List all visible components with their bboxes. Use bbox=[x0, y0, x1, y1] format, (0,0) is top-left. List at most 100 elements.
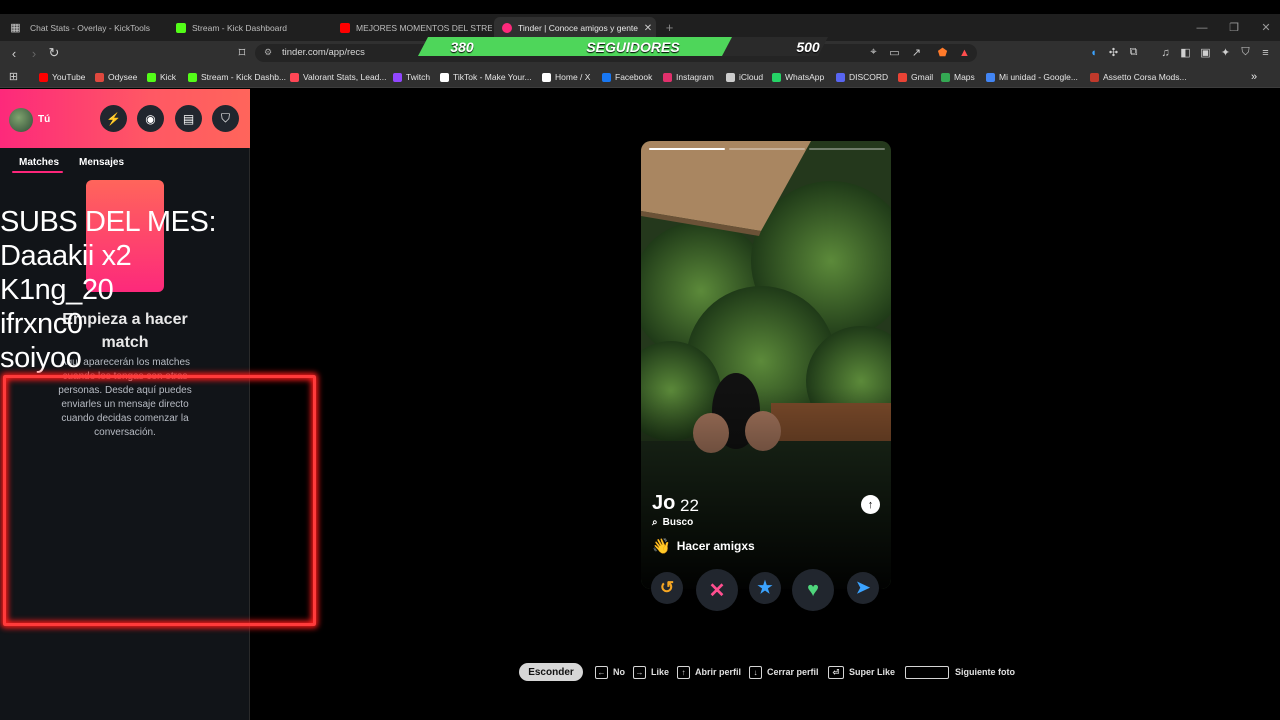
bookmark-item[interactable]: Odysee bbox=[95, 70, 137, 84]
bookmark-item[interactable]: Twitch bbox=[393, 70, 430, 84]
profile-age: 22 bbox=[680, 496, 699, 515]
boost-button[interactable]: ➤ bbox=[847, 572, 879, 604]
youtube-icon bbox=[340, 23, 350, 33]
bookmark-item[interactable]: DISCORD bbox=[836, 70, 888, 84]
profile-name[interactable]: Jo bbox=[652, 492, 675, 515]
forward-icon[interactable]: › bbox=[26, 45, 42, 61]
avatar[interactable] bbox=[9, 108, 33, 132]
bookmark-label: WhatsApp bbox=[785, 72, 825, 82]
extensions-icon[interactable]: ✣ bbox=[1106, 45, 1121, 60]
bookmark-label: Valorant Stats, Lead... bbox=[303, 72, 387, 82]
apps-grid-icon[interactable]: ⊞ bbox=[6, 69, 21, 84]
tab-messages[interactable]: Mensajes bbox=[79, 157, 124, 168]
bookmark-item[interactable]: Facebook bbox=[602, 70, 652, 84]
share-icon[interactable]: ↗ bbox=[909, 45, 924, 60]
bookmark-label: Mi unidad - Google... bbox=[999, 72, 1078, 82]
active-tab-underline bbox=[12, 171, 63, 173]
bookmark-label: TikTok - Make Your... bbox=[453, 72, 532, 82]
bookmark-item[interactable]: YouTube bbox=[39, 70, 85, 84]
bookmark-item[interactable]: Stream - Kick Dashb... bbox=[188, 70, 286, 84]
bookmark-label: iCloud bbox=[739, 72, 764, 82]
bookmark-favicon-icon bbox=[542, 72, 551, 82]
vpn-icon[interactable]: ⛉ bbox=[1238, 45, 1253, 60]
bookmarks-overflow-icon[interactable]: » bbox=[1251, 70, 1257, 84]
bookmark-item[interactable]: WhatsApp bbox=[772, 70, 824, 84]
open-profile-icon[interactable]: ↑ bbox=[861, 495, 880, 514]
bookmark-label: Twitch bbox=[406, 72, 431, 82]
super-like-button[interactable]: ★ bbox=[749, 572, 781, 604]
tab-chat-stats[interactable]: Chat Stats - Overlay - KickTools bbox=[22, 17, 172, 39]
shortcut-super-like: ⏎ Super Like bbox=[828, 663, 895, 681]
shortcut-label: Cerrar perfil bbox=[767, 667, 819, 677]
bookmark-icon[interactable]: ⌑ bbox=[234, 45, 250, 61]
user-label[interactable]: Tú bbox=[38, 114, 50, 125]
relationship-intent: 👋 Hacer amigxs bbox=[652, 537, 755, 555]
screenshot-icon[interactable]: ⧉ bbox=[1126, 45, 1141, 60]
tab-kick-dashboard[interactable]: Stream - Kick Dashboard bbox=[168, 17, 333, 39]
followers-label: SEGUIDORES bbox=[586, 38, 680, 55]
shortcut-label: Super Like bbox=[849, 667, 896, 677]
bookmark-label: Gmail bbox=[911, 72, 934, 82]
bookmark-item[interactable]: TikTok - Make Your... bbox=[440, 70, 532, 84]
tab-title: MEJORES MOMENTOS DEL STREAM bbox=[356, 23, 492, 33]
tab-search-icon[interactable]: ▦ bbox=[8, 20, 23, 35]
site-settings-icon[interactable]: ⚙ bbox=[264, 47, 272, 58]
audio-icon[interactable]: ◖ bbox=[1086, 45, 1101, 60]
sub-entry: soiyoo bbox=[0, 342, 82, 374]
hide-shortcuts-button[interactable]: Esconder bbox=[519, 663, 583, 681]
left-arrow-key-icon: ← bbox=[595, 665, 608, 679]
bookmark-item[interactable]: Kick bbox=[147, 70, 176, 84]
bookmark-favicon-icon bbox=[290, 72, 299, 82]
reload-icon[interactable]: ↻ bbox=[46, 45, 62, 61]
tab-tinder[interactable]: Tinder | Conoce amigos y gente ✕ bbox=[494, 17, 656, 39]
like-icon: ♥ bbox=[807, 578, 819, 601]
bookmark-item[interactable]: Assetto Corsa Mods... bbox=[1090, 70, 1187, 84]
photo-indicator[interactable] bbox=[729, 148, 805, 150]
tab-youtube[interactable]: MEJORES MOMENTOS DEL STREAM bbox=[332, 17, 492, 39]
looking-for: ⌕ Busco bbox=[652, 517, 693, 528]
briefcase-icon[interactable]: ▤ bbox=[175, 105, 202, 132]
new-tab-icon[interactable]: + bbox=[662, 20, 677, 35]
maximize-icon[interactable]: ❐ bbox=[1218, 14, 1250, 41]
brave-shield-icon[interactable]: ⬟ bbox=[935, 45, 950, 60]
close-window-icon[interactable]: ✕ bbox=[1250, 14, 1280, 41]
bookmark-item[interactable]: Home / X bbox=[542, 70, 590, 84]
rewind-icon: ↺ bbox=[659, 578, 675, 597]
shortcut-label: Siguiente foto bbox=[955, 667, 1015, 677]
sub-entry: Daaakii x2 bbox=[0, 240, 132, 272]
like-button[interactable]: ♥ bbox=[792, 569, 834, 611]
music-icon[interactable]: ♫ bbox=[1158, 45, 1173, 60]
wallet-icon[interactable]: ▣ bbox=[1198, 45, 1213, 60]
bookmark-item[interactable]: Gmail bbox=[898, 70, 933, 84]
bookmark-favicon-icon bbox=[147, 72, 156, 82]
tab-matches[interactable]: Matches bbox=[19, 157, 59, 168]
rewind-button[interactable]: ↺ bbox=[651, 572, 683, 604]
close-tab-icon[interactable]: ✕ bbox=[640, 23, 656, 34]
sidebar-toggle-icon[interactable]: ◧ bbox=[1178, 45, 1193, 60]
minimize-icon[interactable]: — bbox=[1186, 14, 1218, 41]
tab-title: Chat Stats - Overlay - KickTools bbox=[30, 23, 150, 33]
intent-label: Hacer amigxs bbox=[676, 539, 755, 553]
rewards-icon[interactable]: ▲ bbox=[957, 45, 972, 60]
bookmark-item[interactable]: Instagram bbox=[663, 70, 714, 84]
bookmark-label: Maps bbox=[954, 72, 975, 82]
bookmark-item[interactable]: Maps bbox=[941, 70, 975, 84]
location-icon[interactable]: ⌖ bbox=[866, 45, 881, 60]
bookmark-favicon-icon bbox=[836, 72, 845, 82]
photo-indicator[interactable] bbox=[809, 148, 885, 150]
bookmark-item[interactable]: Valorant Stats, Lead... bbox=[290, 70, 386, 84]
photo-progress bbox=[649, 148, 885, 151]
safety-shield-icon[interactable]: ⛉ bbox=[212, 105, 239, 132]
menu-icon[interactable]: ≡ bbox=[1258, 45, 1273, 60]
bookmark-item[interactable]: Mi unidad - Google... bbox=[986, 70, 1078, 84]
screen-icon[interactable]: ▭ bbox=[887, 45, 902, 60]
boost-icon[interactable]: ⚡ bbox=[100, 105, 127, 132]
photo-indicator[interactable] bbox=[649, 148, 725, 150]
bookmark-item[interactable]: iCloud bbox=[726, 70, 763, 84]
back-icon[interactable]: ‹ bbox=[6, 45, 22, 61]
leo-icon[interactable]: ✦ bbox=[1218, 45, 1233, 60]
shortcut-open-profile: ↑ Abrir perfil bbox=[677, 663, 741, 681]
sub-entry: ifrxnc0 bbox=[0, 308, 83, 340]
explore-icon[interactable]: ◉ bbox=[137, 105, 164, 132]
nope-button[interactable]: ✕ bbox=[696, 569, 738, 611]
